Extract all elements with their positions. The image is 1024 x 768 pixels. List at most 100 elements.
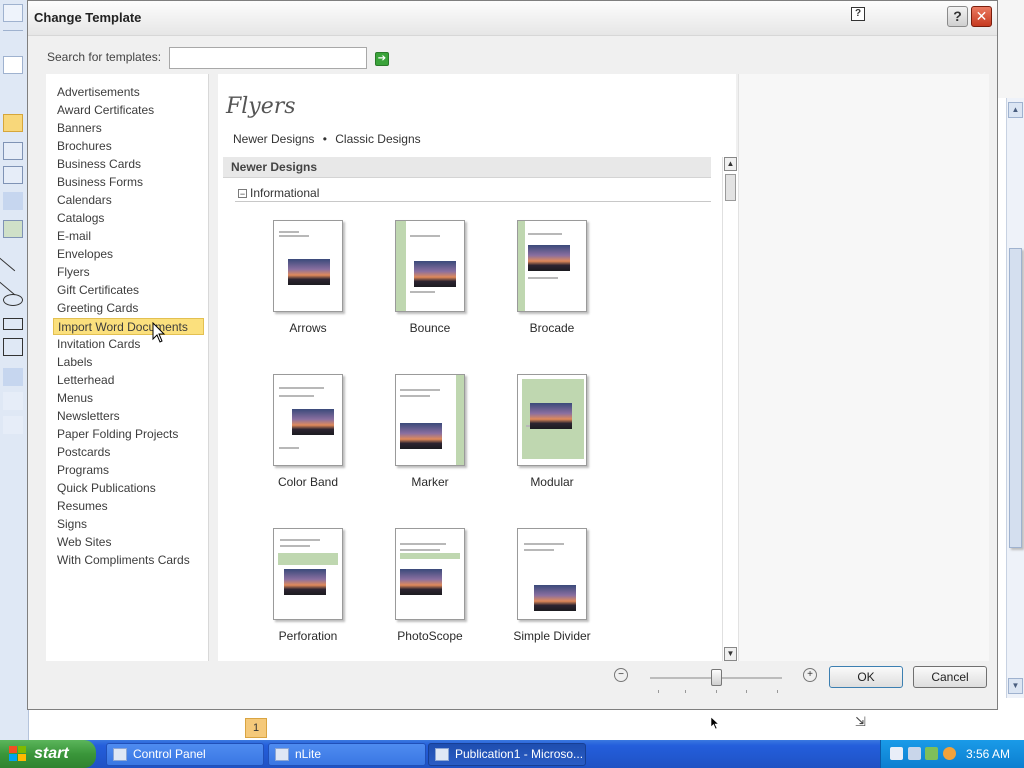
template-tile[interactable]: Simple Divider bbox=[497, 528, 607, 661]
category-item[interactable]: Newsletters bbox=[53, 408, 124, 425]
network-icon[interactable] bbox=[908, 747, 921, 760]
category-item[interactable]: Import Word Documents bbox=[53, 318, 204, 335]
text-box-icon[interactable] bbox=[3, 142, 23, 160]
category-item[interactable]: Gift Certificates bbox=[53, 282, 143, 299]
category-item[interactable]: Resumes bbox=[53, 498, 112, 515]
category-item[interactable]: Brochures bbox=[53, 138, 116, 155]
category-item[interactable]: E-mail bbox=[53, 228, 95, 245]
template-tile[interactable]: Modular bbox=[497, 374, 607, 514]
help-tray-icon[interactable]: ? bbox=[851, 7, 865, 21]
rectangle-icon[interactable] bbox=[3, 318, 23, 330]
template-thumbnail[interactable] bbox=[517, 220, 587, 312]
template-label[interactable]: Perforation bbox=[253, 629, 363, 643]
scroll-up-icon[interactable]: ▲ bbox=[1008, 102, 1023, 118]
category-item[interactable]: Web Sites bbox=[53, 534, 115, 551]
template-label[interactable]: PhotoScope bbox=[375, 629, 485, 643]
line-icon[interactable] bbox=[0, 243, 27, 272]
template-tile[interactable]: Brocade bbox=[497, 220, 607, 360]
classic-designs-link[interactable]: Classic Designs bbox=[335, 132, 420, 146]
template-thumbnail[interactable] bbox=[273, 220, 343, 312]
item-icon[interactable] bbox=[3, 416, 23, 434]
category-item[interactable]: Postcards bbox=[53, 444, 114, 461]
gallery-scrollbar[interactable]: ▲ ▼ bbox=[722, 157, 738, 661]
category-item[interactable]: Business Cards bbox=[53, 156, 145, 173]
category-item[interactable]: Catalogs bbox=[53, 210, 108, 227]
task-control-panel[interactable]: Control Panel bbox=[106, 743, 264, 766]
search-input[interactable] bbox=[169, 47, 367, 69]
search-go-button[interactable]: ➔ bbox=[375, 52, 389, 66]
resize-icon[interactable]: ⇲ bbox=[855, 714, 871, 730]
scroll-thumb[interactable] bbox=[1009, 248, 1022, 548]
template-tile[interactable]: Arrows bbox=[253, 220, 363, 360]
category-item[interactable]: Flyers bbox=[53, 264, 94, 281]
template-label[interactable]: Modular bbox=[497, 475, 607, 489]
new-page-icon[interactable] bbox=[3, 56, 23, 74]
wordart-icon[interactable] bbox=[3, 192, 23, 210]
category-item[interactable]: Paper Folding Projects bbox=[53, 426, 182, 443]
template-tile[interactable]: Color Band bbox=[253, 374, 363, 514]
search-icon[interactable] bbox=[943, 747, 956, 760]
task-nlite[interactable]: nLite bbox=[268, 743, 426, 766]
template-tile[interactable]: PhotoScope bbox=[375, 528, 485, 661]
template-tile[interactable]: Bounce bbox=[375, 220, 485, 360]
clock[interactable]: 3:56 AM bbox=[966, 740, 1010, 768]
task-publication[interactable]: Publication1 - Microso... bbox=[428, 743, 586, 766]
table-icon[interactable] bbox=[3, 166, 23, 184]
close-button[interactable]: ✕ bbox=[971, 6, 992, 27]
category-item[interactable]: Award Certificates bbox=[53, 102, 158, 119]
template-thumbnail[interactable] bbox=[395, 374, 465, 466]
category-item[interactable]: Advertisements bbox=[53, 84, 144, 101]
template-label[interactable]: Marker bbox=[375, 475, 485, 489]
template-label[interactable]: Brocade bbox=[497, 321, 607, 335]
scroll-down-icon[interactable]: ▼ bbox=[724, 647, 737, 661]
category-item[interactable]: Labels bbox=[53, 354, 96, 371]
newer-designs-link[interactable]: Newer Designs bbox=[233, 132, 314, 146]
category-item[interactable]: Greeting Cards bbox=[53, 300, 142, 317]
menu-icon[interactable] bbox=[3, 30, 23, 49]
template-thumbnail[interactable] bbox=[395, 528, 465, 620]
template-tile[interactable]: Marker bbox=[375, 374, 485, 514]
cancel-button[interactable]: Cancel bbox=[913, 666, 987, 688]
scroll-thumb[interactable] bbox=[725, 174, 736, 201]
zoom-in-icon[interactable]: + bbox=[803, 668, 817, 682]
category-item[interactable]: Banners bbox=[53, 120, 106, 137]
security-icon[interactable] bbox=[925, 747, 938, 760]
template-label[interactable]: Bounce bbox=[375, 321, 485, 335]
ok-button[interactable]: OK bbox=[829, 666, 903, 688]
hotspot-icon[interactable] bbox=[3, 368, 23, 386]
zoom-out-icon[interactable]: − bbox=[614, 668, 628, 682]
start-button[interactable]: start bbox=[0, 740, 96, 768]
select-pointer-icon[interactable] bbox=[3, 114, 23, 132]
help-button[interactable]: ? bbox=[947, 6, 968, 27]
category-item[interactable]: Invitation Cards bbox=[53, 336, 144, 353]
template-thumbnail[interactable] bbox=[273, 528, 343, 620]
subsection-header[interactable]: − Informational bbox=[238, 186, 319, 200]
scroll-up-icon[interactable]: ▲ bbox=[724, 157, 737, 171]
template-thumbnail[interactable] bbox=[395, 220, 465, 312]
category-item[interactable]: Letterhead bbox=[53, 372, 118, 389]
template-label[interactable]: Arrows bbox=[253, 321, 363, 335]
category-item[interactable]: Menus bbox=[53, 390, 97, 407]
category-item[interactable]: Programs bbox=[53, 462, 113, 479]
autoshapes-icon[interactable] bbox=[3, 338, 23, 356]
design-gallery-icon[interactable] bbox=[3, 392, 23, 410]
template-tile[interactable]: Perforation bbox=[253, 528, 363, 661]
template-label[interactable]: Color Band bbox=[253, 475, 363, 489]
category-item[interactable]: Quick Publications bbox=[53, 480, 160, 497]
collapse-icon[interactable]: − bbox=[238, 189, 247, 199]
template-thumbnail[interactable] bbox=[517, 528, 587, 620]
category-item[interactable]: Business Forms bbox=[53, 174, 147, 191]
arrow-icon[interactable] bbox=[0, 267, 27, 296]
picture-icon[interactable] bbox=[3, 220, 23, 238]
alarm-clock-icon[interactable] bbox=[890, 747, 903, 760]
template-thumbnail[interactable] bbox=[517, 374, 587, 466]
category-item[interactable]: Signs bbox=[53, 516, 91, 533]
template-thumbnail[interactable] bbox=[273, 374, 343, 466]
scroll-down-icon[interactable]: ▼ bbox=[1008, 678, 1023, 694]
oval-icon[interactable] bbox=[3, 294, 23, 306]
publication-scrollbar[interactable]: ▲ ▼ bbox=[1006, 98, 1024, 698]
notification-badge[interactable]: 1 bbox=[245, 718, 267, 738]
category-item[interactable]: With Compliments Cards bbox=[53, 552, 194, 569]
category-item[interactable]: Calendars bbox=[53, 192, 116, 209]
zoom-slider-handle[interactable] bbox=[711, 669, 722, 686]
